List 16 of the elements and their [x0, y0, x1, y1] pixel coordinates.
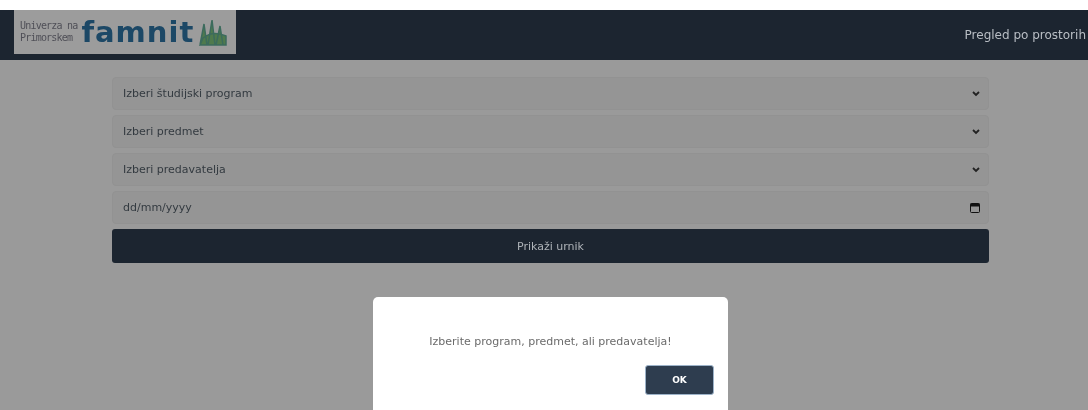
- date-field[interactable]: dd/mm/yyyy: [112, 191, 989, 224]
- dialog-message: Izberite program, predmet, ali predavatelja!: [429, 335, 672, 348]
- logo-text: Primorskem: [20, 32, 74, 44]
- select-field[interactable]: Izberi predavatelja: [112, 153, 989, 186]
- plants-icon: [198, 18, 229, 46]
- chevron-down-icon: [972, 90, 980, 97]
- ok-button[interactable]: OK: [645, 365, 714, 395]
- logo-text: Univerza na: [20, 20, 78, 32]
- chevron-down-icon: [972, 128, 980, 135]
- select-field[interactable]: Izberi predmet: [112, 115, 989, 148]
- select-field[interactable]: Izberi študijski program: [112, 77, 989, 110]
- show-schedule-button[interactable]: Prikaži urnik: [112, 229, 989, 263]
- logo-wordmark: famnit: [81, 17, 195, 47]
- calendar-icon: [970, 202, 980, 213]
- chevron-down-icon: [972, 166, 980, 173]
- nav-link[interactable]: Pregled po prostorih: [964, 28, 1088, 42]
